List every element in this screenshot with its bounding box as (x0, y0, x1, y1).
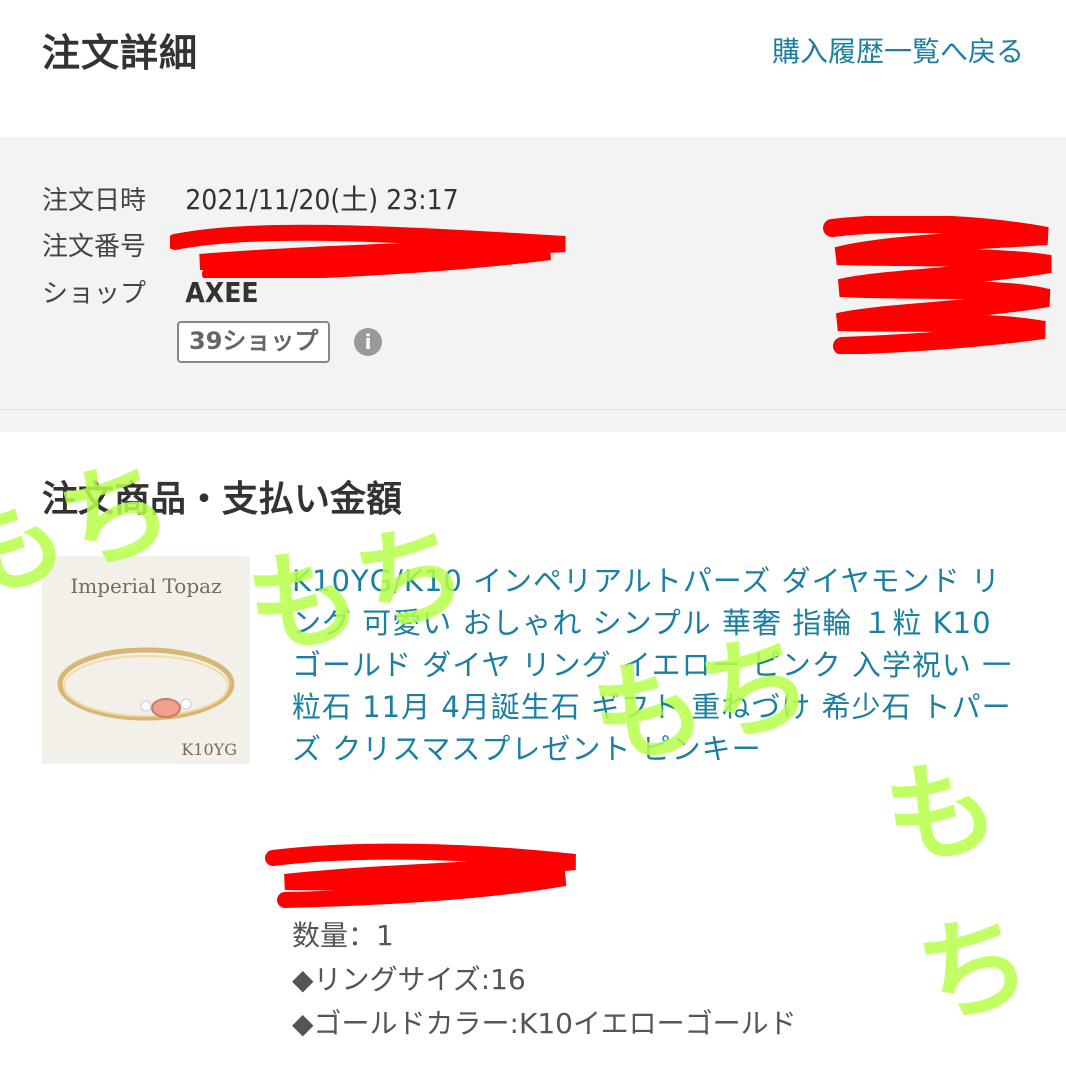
order-date-label: 注文日時 (42, 186, 147, 216)
order-number-row: 注文番号 (42, 226, 177, 263)
product-name-link[interactable]: K10YG/K10 インペリアルトパーズ ダイヤモンド リング 可愛い おしゃれ… (292, 560, 1022, 770)
shop-row: ショップ AXEE (42, 273, 259, 310)
quantity-text: 数量：1 (292, 919, 394, 952)
39-shop-badge: 39ショップ (177, 321, 331, 363)
ring-image-icon (57, 647, 235, 721)
page-header: 注文詳細 購入履歴一覧へ戻る (0, 0, 1066, 135)
product-thumbnail[interactable]: Imperial Topaz K10YG (42, 556, 250, 764)
order-date-row: 注文日時 2021/11/20(土) 23:17 (42, 178, 459, 218)
redaction-scribble-price (265, 843, 576, 908)
option-ring-size: ◆リングサイズ:16 (292, 963, 526, 996)
shop-name-link[interactable]: AXEE (185, 276, 258, 309)
redaction-scribble-order-number (170, 224, 566, 278)
section-divider (0, 410, 1066, 432)
shop-label: ショップ (42, 279, 147, 309)
info-icon[interactable]: i (354, 328, 382, 356)
redaction-scribble-right (823, 216, 1052, 354)
thumbnail-caption-bottom: K10YG (181, 740, 237, 759)
option-gold-color: ◆ゴールドカラー:K10イエローゴールド (292, 1007, 797, 1040)
order-number-label: 注文番号 (42, 232, 147, 262)
back-to-purchase-history-link[interactable]: 購入履歴一覧へ戻る (772, 30, 1024, 70)
items-section-title: 注文商品・支払い金額 (42, 479, 403, 520)
order-date-value: 2021/11/20(土) 23:17 (185, 183, 459, 216)
page-title: 注文詳細 (42, 31, 199, 75)
